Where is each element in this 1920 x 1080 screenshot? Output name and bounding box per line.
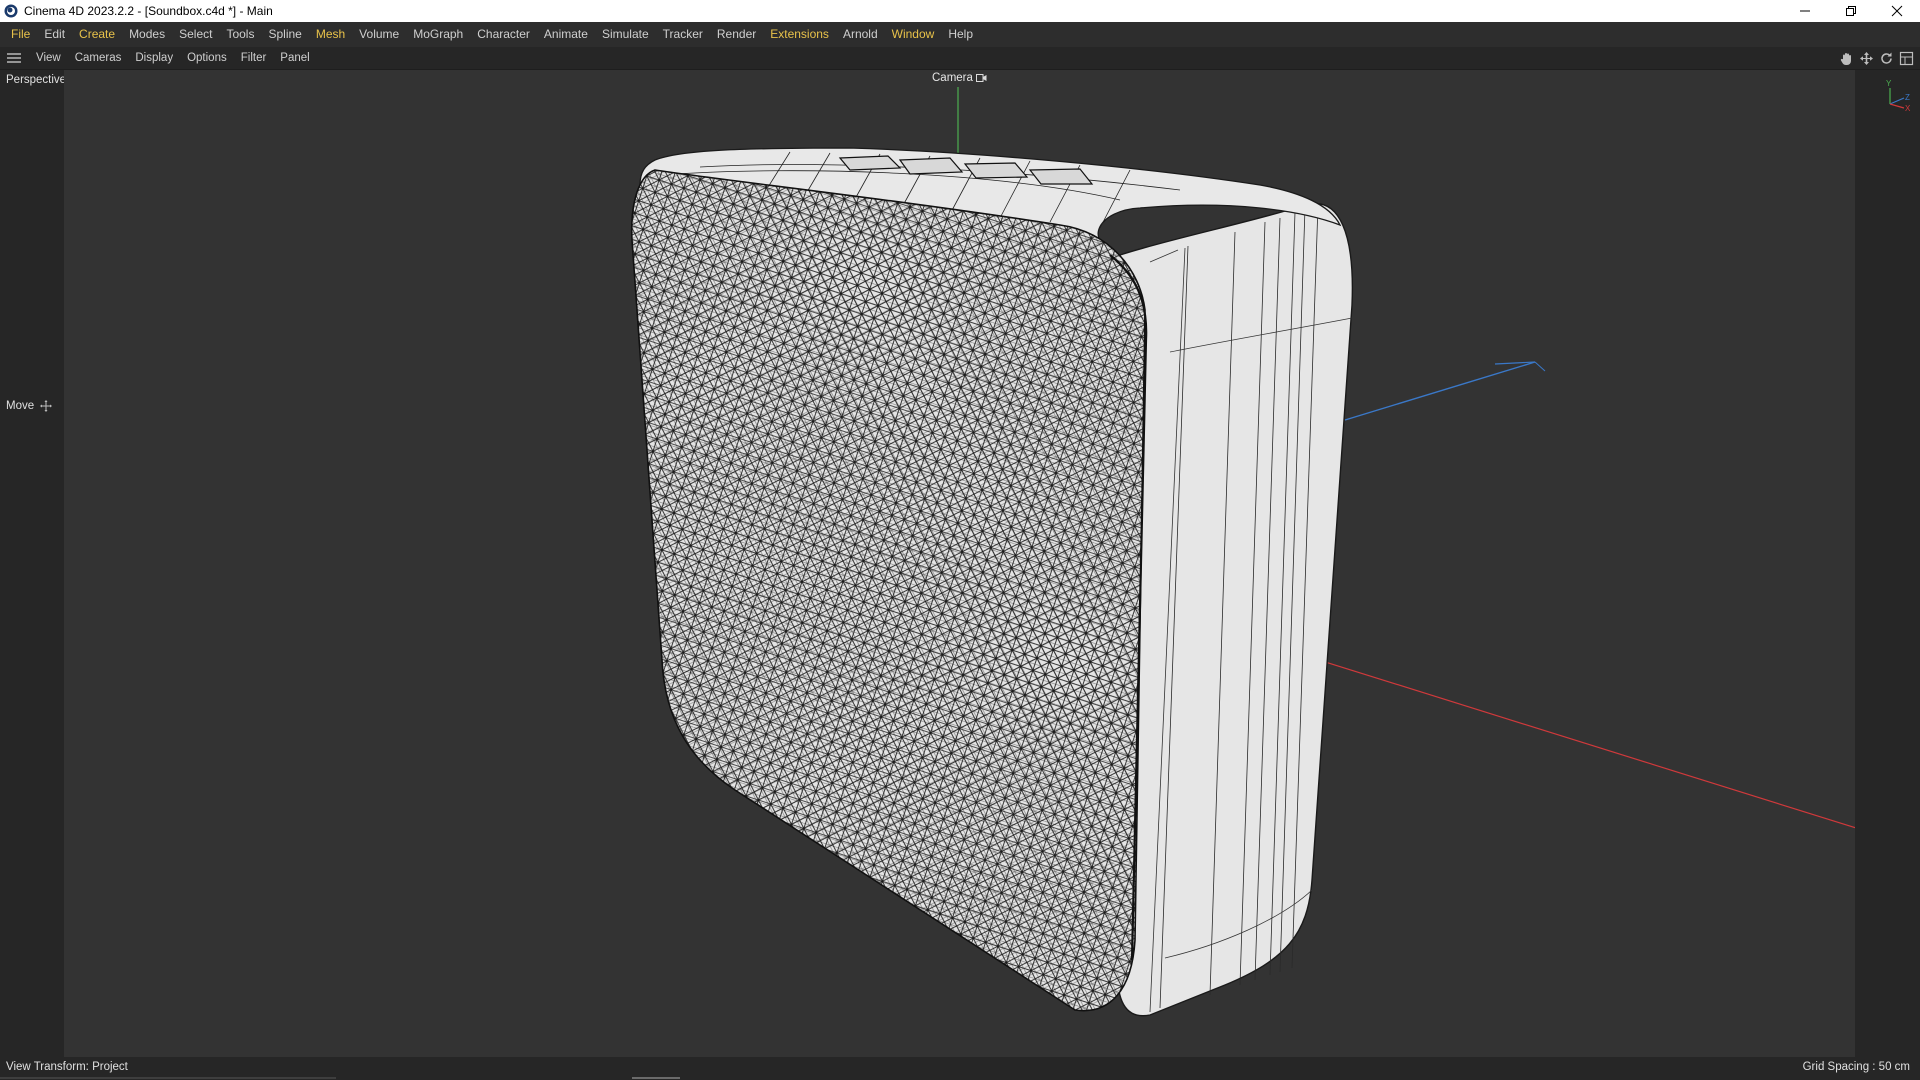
hamburger-menu-icon[interactable] [7, 52, 21, 64]
menu-file[interactable]: File [4, 22, 37, 47]
pan-hand-icon[interactable] [1839, 51, 1854, 66]
view-name-label[interactable]: Perspective [6, 74, 66, 86]
grid-spacing-label: Grid Spacing : 50 cm [1802, 1061, 1910, 1073]
viewport-scene [630, 87, 1855, 1017]
viewport-menu-display[interactable]: Display [128, 47, 180, 70]
viewport-menu-options[interactable]: Options [180, 47, 234, 70]
menu-window[interactable]: Window [885, 22, 942, 47]
camera-icon [975, 74, 987, 82]
menu-tools[interactable]: Tools [219, 22, 261, 47]
3d-viewport[interactable]: Camera [64, 70, 1855, 1067]
menu-character[interactable]: Character [470, 22, 537, 47]
camera-name: Camera [932, 72, 973, 84]
menu-modes[interactable]: Modes [122, 22, 172, 47]
menu-mesh[interactable]: Mesh [309, 22, 352, 47]
move-tool-icon [40, 400, 53, 412]
soundbox-side-face [1116, 202, 1354, 1017]
gizmo-z-label: Z [1905, 93, 1910, 102]
viewport-statusbar: View Transform: Project Grid Spacing : 5… [0, 1057, 1920, 1080]
menu-render[interactable]: Render [710, 22, 763, 47]
menu-arnold[interactable]: Arnold [836, 22, 885, 47]
gizmo-x-label: X [1905, 104, 1911, 112]
move-arrows-icon[interactable] [1859, 51, 1874, 66]
viewport-menu-cameras[interactable]: Cameras [68, 47, 129, 70]
menu-volume[interactable]: Volume [352, 22, 406, 47]
right-panel: Y Z X [1855, 70, 1920, 1067]
menu-extensions[interactable]: Extensions [763, 22, 836, 47]
left-tool-panel: Perspective Move [0, 70, 66, 1067]
menu-create[interactable]: Create [72, 22, 122, 47]
view-transform-label: View Transform: Project [6, 1061, 128, 1073]
close-icon[interactable] [1874, 0, 1920, 22]
menu-spline[interactable]: Spline [261, 22, 308, 47]
viewport-toolbar: View Cameras Display Options Filter Pane… [0, 47, 1920, 70]
menu-simulate[interactable]: Simulate [595, 22, 656, 47]
menu-help[interactable]: Help [941, 22, 980, 47]
restore-icon[interactable] [1828, 0, 1874, 22]
z-axis-tick [1534, 361, 1546, 372]
menu-tracker[interactable]: Tracker [656, 22, 710, 47]
active-tool-indicator[interactable]: Move [6, 400, 53, 412]
viewport-menu-view[interactable]: View [29, 47, 68, 70]
z-axis-line [1344, 361, 1536, 421]
viewport-menu-filter[interactable]: Filter [234, 47, 274, 70]
menu-select[interactable]: Select [172, 22, 219, 47]
scrollbar-thumb[interactable] [632, 1077, 680, 1079]
minimize-icon[interactable] [1782, 0, 1828, 22]
menu-animate[interactable]: Animate [537, 22, 595, 47]
maximize-viewport-icon[interactable] [1899, 51, 1914, 66]
axis-gizmo: Y Z X [1886, 79, 1911, 112]
active-tool-label: Move [6, 400, 35, 412]
gizmo-y-label: Y [1886, 79, 1892, 88]
horizontal-scrollbar[interactable] [0, 1077, 336, 1079]
camera-label[interactable]: Camera [932, 72, 987, 84]
x-axis-line [1254, 639, 1855, 829]
menu-mograph[interactable]: MoGraph [406, 22, 470, 47]
window-titlebar: Cinema 4D 2023.2.2 - [Soundbox.c4d *] - … [0, 0, 1920, 22]
cinema4d-logo-icon [4, 4, 18, 18]
viewport-menu-panel[interactable]: Panel [273, 47, 316, 70]
window-title: Cinema 4D 2023.2.2 - [Soundbox.c4d *] - … [24, 4, 273, 18]
rotate-icon[interactable] [1879, 51, 1894, 66]
viewport-nav-icons [1839, 51, 1914, 66]
main-menubar: File Edit Create Modes Select Tools Spli… [0, 22, 1920, 47]
menu-edit[interactable]: Edit [37, 22, 72, 47]
